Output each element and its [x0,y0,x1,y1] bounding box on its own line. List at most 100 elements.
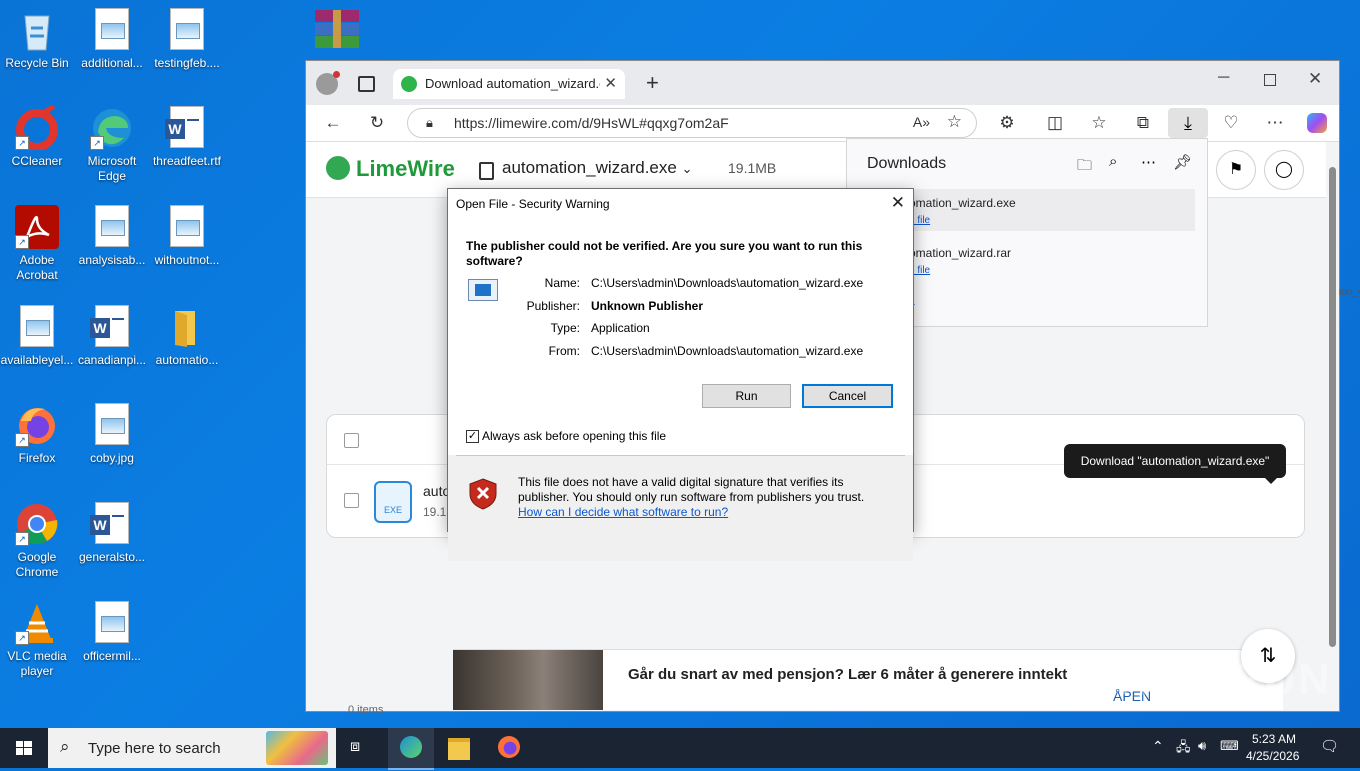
show-hidden-icons-icon[interactable]: ⌃ [1152,738,1164,755]
dialog-close-icon[interactable]: ✕ [891,193,905,213]
desktop-icon-threadfeet[interactable]: W threadfeet.rtf [150,106,224,169]
clock-time[interactable]: 5:23 AM [1252,732,1296,746]
split-screen-icon[interactable]: ◫ [1044,113,1066,133]
desktop-icon-label: automatio... [155,353,219,367]
notifications-icon[interactable]: 🗨︎ [1320,737,1339,755]
read-aloud-icon[interactable]: A» [913,114,930,130]
desktop-icon-google-chrome[interactable]: ↗ Google Chrome [0,502,74,580]
image-file-icon [15,305,59,349]
cancel-button[interactable]: Cancel [802,384,893,408]
favorite-star-icon[interactable]: ☆ [947,112,962,132]
back-icon[interactable]: ← [322,113,344,133]
run-button[interactable]: Run [702,384,791,408]
desktop-icon-automatio-folder[interactable]: automatio... [150,305,224,368]
help-link[interactable]: How can I decide what software to run? [518,505,728,519]
clock-date[interactable]: 4/25/2026 [1246,749,1299,763]
winrar-icon[interactable] [313,8,361,52]
chrome-icon: ↗ [15,502,59,546]
image-file-icon [90,8,134,52]
file-row-checkbox[interactable] [344,493,359,508]
always-ask-checkbox[interactable]: ✓ [466,430,479,443]
chevron-down-icon: ⌄ [681,161,693,176]
desktop-icon-label: testingfeb.... [154,56,220,70]
image-file-icon [165,8,209,52]
copilot-icon[interactable] [1307,113,1327,133]
taskbar-firefox-icon[interactable] [498,736,520,758]
downloads-button[interactable]: ⤓ [1168,108,1208,138]
desktop-icon-generalsto[interactable]: W generalsto... [75,502,149,565]
image-file-icon [90,403,134,447]
tab-title: Download automation_wizard.exe [425,76,600,91]
desktop-icon-label: Firefox [18,451,56,465]
desktop-icon-ccleaner[interactable]: ↗ CCleaner [0,103,74,169]
publisher-value: Unknown Publisher [591,299,704,313]
lock-icon: 🔒︎ [426,115,433,130]
anyrun-watermark: ANY RUN [1118,655,1332,704]
system-tray: ⌃ 🖧︎ 🔊︎ ⌨︎ 5:23 AM 4/25/2026 🗨︎ [1148,728,1360,768]
extensions-icon[interactable]: ⚙ [996,113,1018,133]
report-flag-button[interactable]: ⚑ [1216,150,1256,190]
more-options-icon[interactable]: ⋯ [1141,153,1156,171]
taskbar-search[interactable]: ⌕ Type here to search [48,728,336,768]
minimize-icon[interactable]: ─ [1218,69,1229,87]
taskbar-edge-icon[interactable] [388,728,434,770]
type-value: Application [591,321,650,335]
comment-button[interactable]: ◯ [1264,150,1304,190]
open-folder-icon[interactable]: 🗀︎ [1077,155,1092,180]
dialog-question: The publisher could not be verified. Are… [466,239,863,268]
search-placeholder: Type here to search [88,740,221,757]
taskbar-file-explorer-icon[interactable] [448,738,470,760]
image-file-icon [90,205,134,249]
desktop-icon-coby[interactable]: coby.jpg [75,403,149,466]
new-tab-icon[interactable]: + [646,70,659,96]
tab-actions-icon[interactable] [358,76,375,92]
desktop-icon-availableyel[interactable]: availableyel... [0,305,74,368]
search-downloads-icon[interactable]: ⌕ [1109,153,1117,170]
address-bar[interactable]: 🔒︎ https://limewire.com/d/9HsWL#qqxg7om2… [407,108,977,138]
scrollbar-thumb[interactable] [1329,167,1336,647]
desktop-icon-label: Recycle Bin [5,56,69,70]
desktop-icon-adobe-acrobat[interactable]: ↗ Adobe Acrobat [0,205,74,283]
desktop-icon-microsoft-edge[interactable]: ↗ Microsoft Edge [75,106,149,184]
pin-icon[interactable]: 📌︎ [1173,153,1192,171]
desktop-icon-additional[interactable]: additional... [75,8,149,71]
start-button[interactable] [0,728,48,768]
always-ask-label[interactable]: Always ask before opening this file [482,429,666,443]
browser-essentials-icon[interactable]: ♡ [1220,113,1242,133]
ime-icon[interactable]: ⌨︎ [1220,738,1239,754]
desktop-icon-vlc[interactable]: ↗ VLC media player [0,601,74,679]
tab-close-icon[interactable]: ✕ [604,74,617,92]
file-name-dropdown[interactable]: automation_wizard.exe ⌄ [502,158,692,178]
more-menu-icon[interactable]: ⋯ [1264,113,1286,133]
collections-icon[interactable]: ⧉ [1132,113,1154,133]
partial-right-text: ion_v [1339,287,1360,298]
tab-active[interactable]: Download automation_wizard.exe ✕ [393,69,625,99]
profile-icon[interactable] [316,71,340,95]
desktop-icon-recycle-bin[interactable]: Recycle Bin [0,8,74,71]
volume-icon[interactable]: 🔊︎ [1198,738,1206,754]
word-document-icon: W [90,305,134,349]
maximize-icon[interactable] [1264,74,1276,86]
shield-warning-icon [468,478,498,510]
security-warning-dialog: Open File - Security Warning ✕ The publi… [447,188,914,561]
select-all-checkbox[interactable] [344,433,359,448]
desktop-icon-firefox[interactable]: ↗ Firefox [0,403,74,466]
desktop-icon-analysisab[interactable]: analysisab... [75,205,149,268]
favorites-icon[interactable]: ☆ [1088,113,1110,133]
windows-logo-icon [16,741,32,755]
acrobat-icon: ↗ [15,205,59,249]
desktop-icon-officermil[interactable]: officermil... [75,601,149,664]
close-window-icon[interactable]: ✕ [1308,69,1322,89]
refresh-icon[interactable]: ↻ [366,113,388,133]
word-document-icon: W [165,106,209,150]
desktop-icon-testingfeb[interactable]: testingfeb.... [150,8,224,71]
limewire-logo[interactable]: LimeWire [326,156,455,182]
tooltip-arrow [1265,478,1277,484]
desktop-icon-canadianpi[interactable]: W canadianpi... [75,305,149,368]
recycle-bin-icon [15,8,59,52]
desktop-icon-withoutnot[interactable]: withoutnot... [150,205,224,268]
task-view-icon[interactable]: ⧈ [350,738,360,756]
ccleaner-icon: ↗ [15,103,59,151]
vertical-scrollbar[interactable] [1327,153,1337,698]
network-icon[interactable]: 🖧︎ [1176,738,1191,760]
